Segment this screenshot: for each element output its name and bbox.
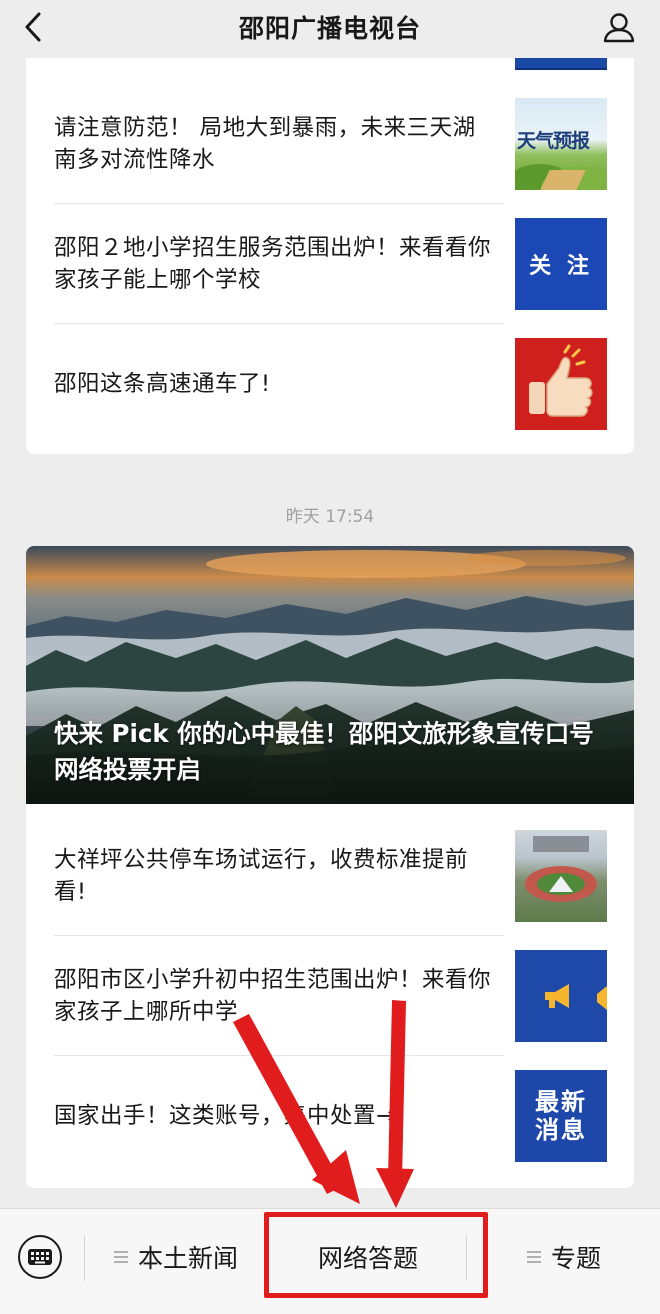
thumb-label: 天气预报 xyxy=(517,130,590,152)
chevron-left-icon xyxy=(25,12,41,42)
megaphone-icon xyxy=(545,984,569,1008)
announcement-thumbnail xyxy=(515,950,607,1042)
hamburger-icon xyxy=(113,1251,128,1263)
menu-local-news[interactable]: 本土新闻 xyxy=(86,1209,266,1305)
like-thumbnail xyxy=(515,338,607,430)
menu-label: 专题 xyxy=(550,1244,601,1273)
hero-title: 快来 Pick 你的心中最佳！邵阳文旅形象宣传口号网络投票开启 xyxy=(54,719,594,784)
user-icon xyxy=(603,13,635,43)
thumbs-up-icon xyxy=(529,344,593,417)
account-title: 邵阳广播电视台 xyxy=(238,14,421,43)
news-title: 国家出手！这类账号，集中处置→ xyxy=(54,1103,396,1129)
profile-button[interactable] xyxy=(600,8,638,46)
news-item-weather[interactable]: 请注意防范！ 局地大到暴雨，未来三天湖南多对流性降水 天气预报 xyxy=(26,84,634,204)
hero-article[interactable]: 快来 Pick 你的心中最佳！邵阳文旅形象宣传口号网络投票开启 xyxy=(26,546,634,804)
news-item-accounts[interactable]: 国家出手！这类账号，集中处置→ 最新 消息 xyxy=(26,1056,634,1176)
top-nav-bar: 邵阳广播电视台 xyxy=(0,0,660,54)
news-title: 邵阳这条高速通车了! xyxy=(54,371,271,397)
previous-thumbnail xyxy=(515,58,607,70)
news-item-middle-school[interactable]: 邵阳市区小学升初中招生范围出炉！来看你家孩子上哪所中学 xyxy=(26,936,634,1056)
follow-thumbnail: 关 注 xyxy=(515,218,607,310)
news-item-parking[interactable]: 大祥坪公共停车场试运行，收费标准提前看! xyxy=(26,816,634,936)
thumb-label: 最新 消息 xyxy=(535,1088,587,1144)
news-item-highway[interactable]: 邵阳这条高速通车了! xyxy=(26,324,634,444)
news-item-school[interactable]: 邵阳２地小学招生服务范围出炉！来看看你家孩子能上哪个学校 关 注 xyxy=(26,204,634,324)
thumb-label: 关 注 xyxy=(529,254,593,279)
news-title: 大祥坪公共停车场试运行，收费标准提前看! xyxy=(54,847,469,905)
annotation-highlight-box xyxy=(264,1212,488,1298)
menu-topics[interactable]: 专题 xyxy=(468,1209,660,1305)
hamburger-icon xyxy=(526,1251,541,1263)
keyboard-toggle-button[interactable] xyxy=(18,1235,62,1279)
menu-label: 本土新闻 xyxy=(137,1244,238,1273)
article-list-card: 请注意防范！ 局地大到暴雨，未来三天湖南多对流性降水 天气预报 邵阳２地小学招生… xyxy=(26,58,634,454)
latest-news-thumbnail: 最新 消息 xyxy=(515,1070,607,1162)
message-timestamp: 昨天 17:54 xyxy=(285,507,375,527)
weather-thumbnail: 天气预报 xyxy=(515,98,607,190)
parking-thumbnail xyxy=(515,830,607,922)
news-title: 邵阳市区小学升初中招生范围出炉！来看你家孩子上哪所中学 xyxy=(54,967,492,1025)
menu-separator xyxy=(84,1235,85,1281)
news-title: 请注意防范！ 局地大到暴雨，未来三天湖南多对流性降水 xyxy=(54,115,476,173)
article-group-card: 快来 Pick 你的心中最佳！邵阳文旅形象宣传口号网络投票开启 大祥坪公共停车场… xyxy=(26,546,634,1188)
back-button[interactable] xyxy=(14,8,52,46)
news-title: 邵阳２地小学招生服务范围出炉！来看看你家孩子能上哪个学校 xyxy=(54,235,492,293)
megaphone-icon xyxy=(597,986,607,1010)
keyboard-icon xyxy=(28,1249,52,1265)
